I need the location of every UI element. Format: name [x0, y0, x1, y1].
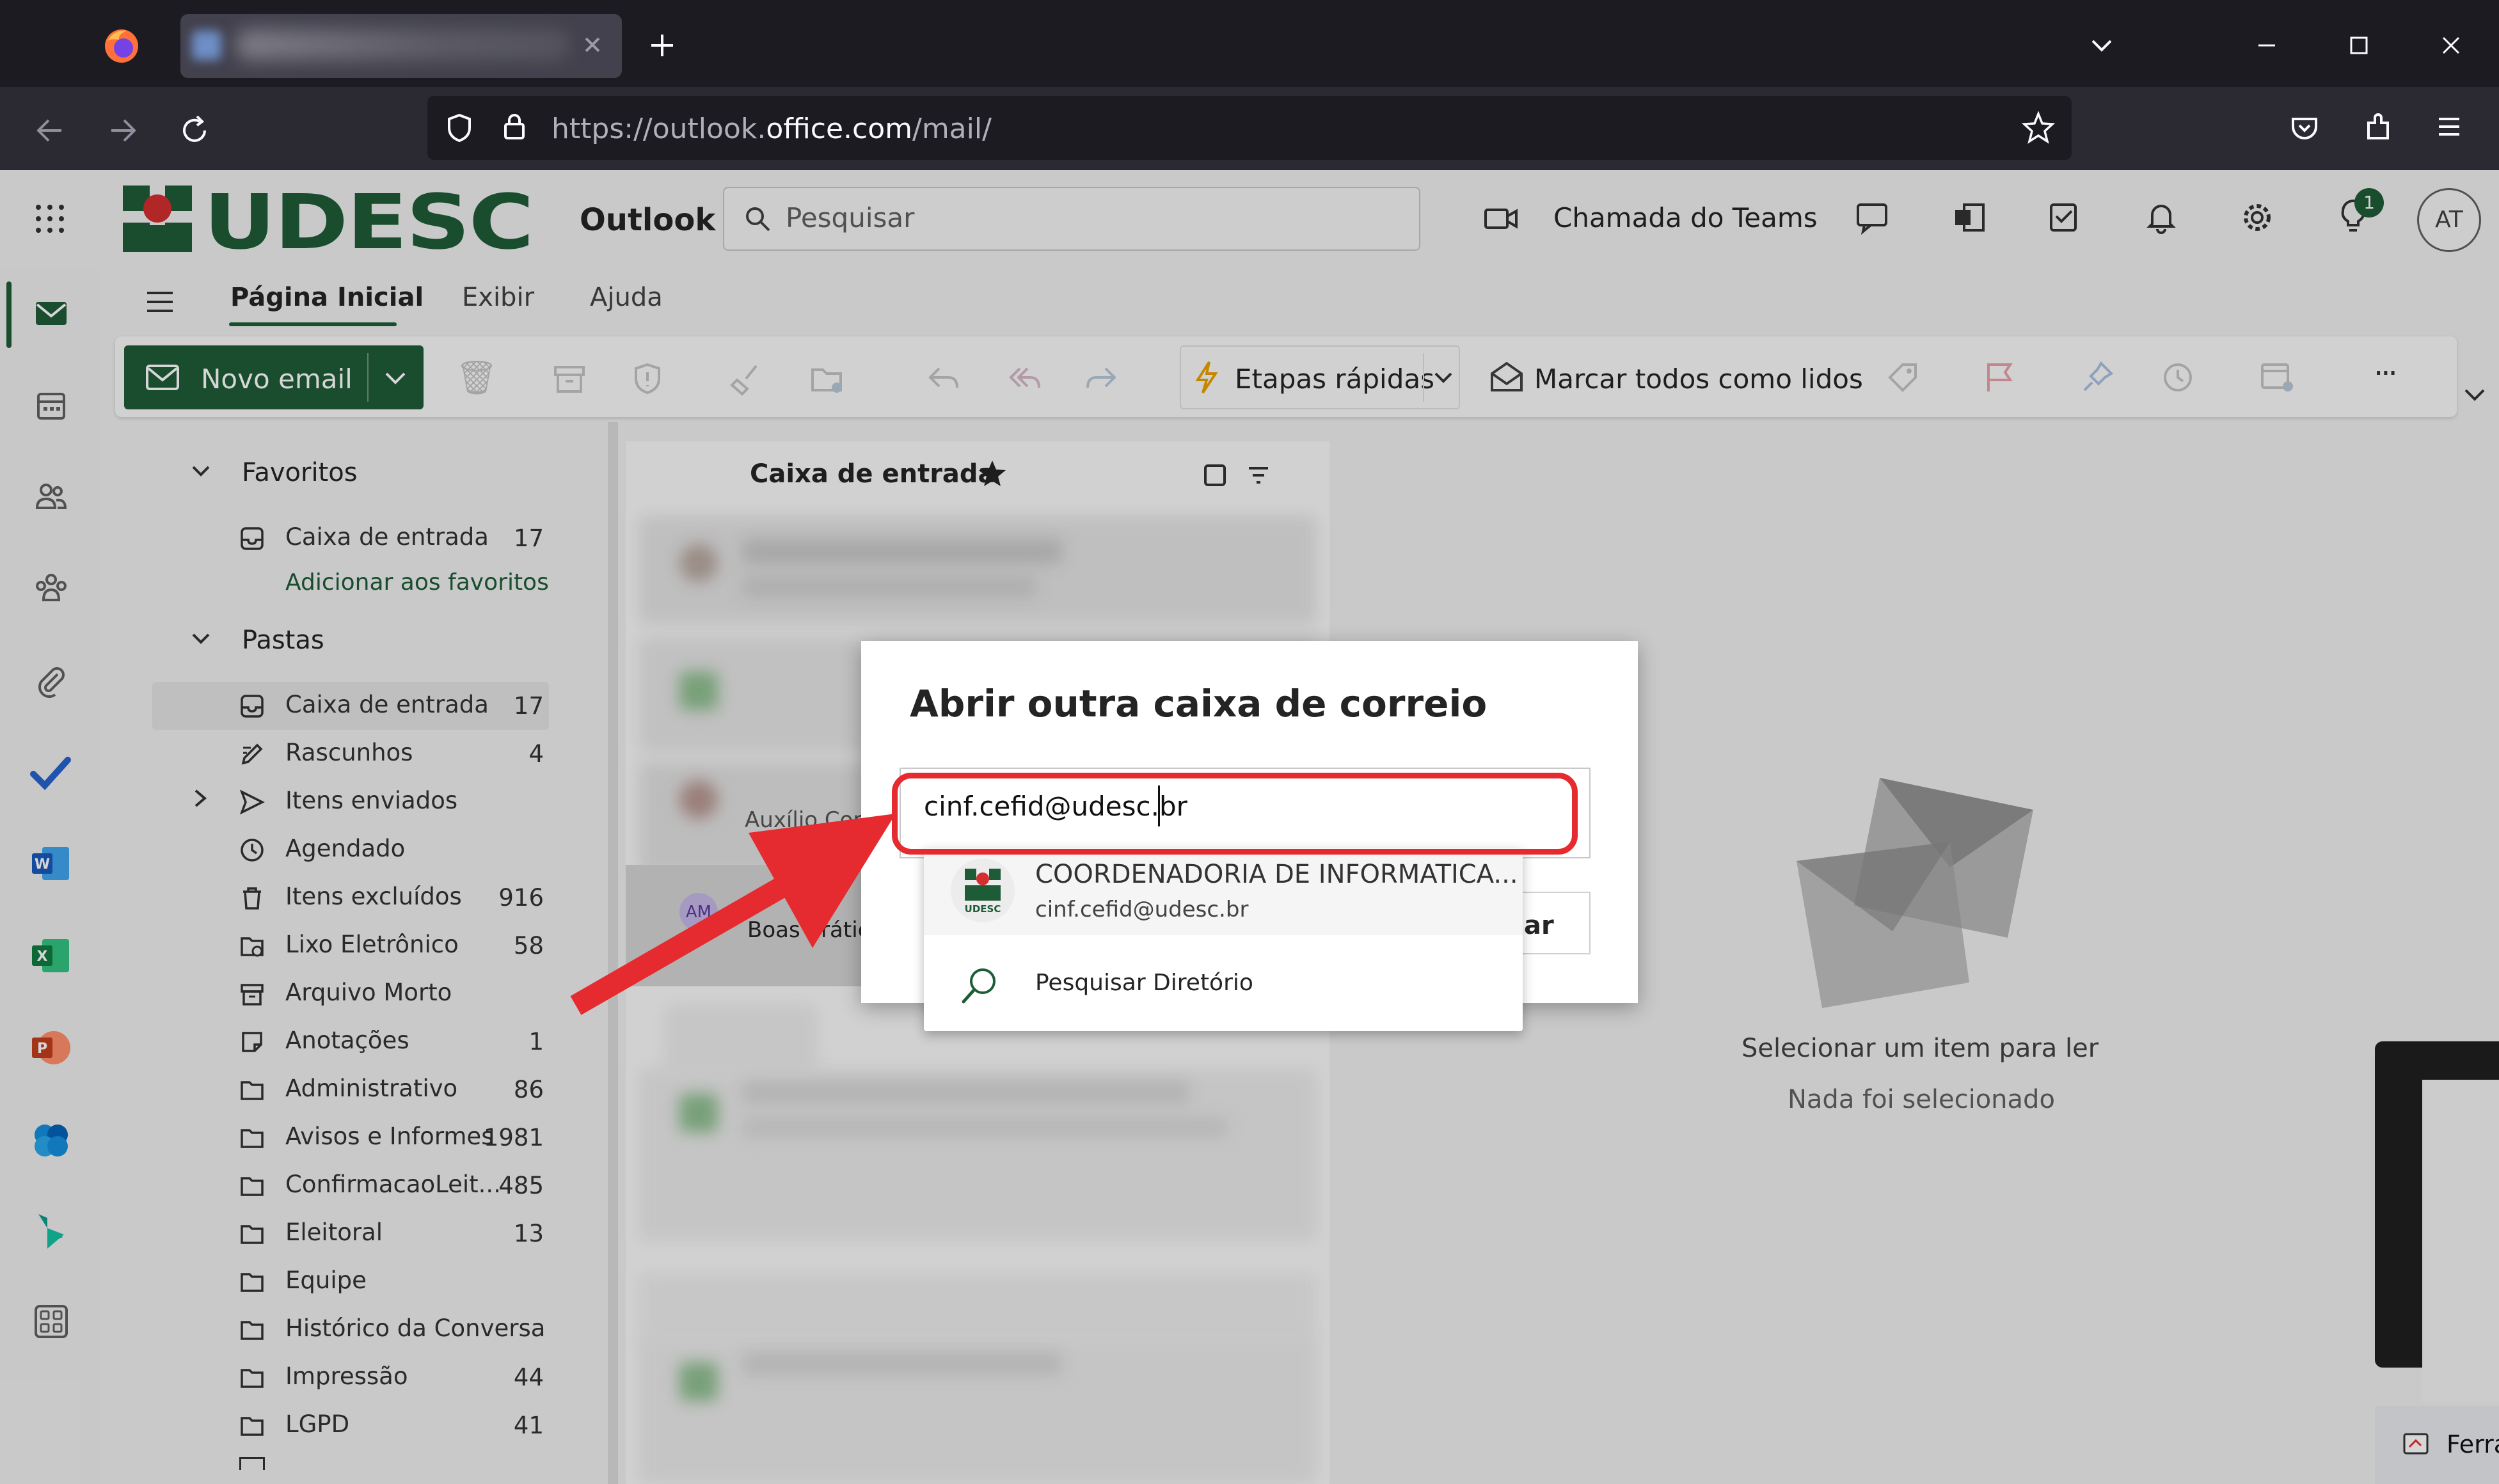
minimize-icon[interactable] [2252, 31, 2281, 60]
dialog-title: Abrir outra caixa de correio [910, 682, 1488, 725]
maximize-icon[interactable] [2344, 31, 2374, 60]
close-window-icon[interactable] [2436, 31, 2466, 60]
pocket-icon[interactable] [2288, 111, 2321, 145]
reload-icon[interactable] [177, 113, 212, 148]
highlight-box [892, 773, 1578, 855]
url-text[interactable]: https://outlook.office.com/mail/ [551, 113, 992, 145]
annotation-arrow-icon [570, 814, 896, 1015]
browser-tab-bar [0, 0, 2499, 87]
forward-icon[interactable] [105, 113, 141, 148]
suggestion-name: COORDENADORIA DE INFORMATICA... [1035, 860, 1518, 889]
directory-search-icon [962, 968, 996, 1004]
svg-text:UDESC: UDESC [965, 903, 1001, 915]
suggestion-email: cinf.cefid@udesc.br [1035, 897, 1249, 922]
extensions-icon[interactable] [2362, 110, 2395, 143]
bookmark-star-icon[interactable] [2020, 110, 2056, 146]
open-button-label: ar [1524, 911, 1554, 940]
new-tab-icon[interactable] [646, 29, 678, 61]
app-menu-icon[interactable] [2432, 110, 2466, 143]
firefox-icon[interactable] [102, 27, 141, 65]
list-tabs-chevron-icon[interactable] [2087, 31, 2116, 60]
udesc-contact-logo-icon: UDESC [951, 858, 1015, 922]
shield-icon[interactable] [443, 111, 476, 145]
back-icon[interactable] [32, 113, 68, 148]
search-directory-label: Pesquisar Diretório [1035, 970, 1253, 996]
close-tab-icon[interactable] [580, 32, 605, 58]
tab-favicon-icon [192, 31, 221, 60]
tab-title-blurred [237, 29, 569, 60]
lock-icon[interactable] [498, 110, 531, 143]
